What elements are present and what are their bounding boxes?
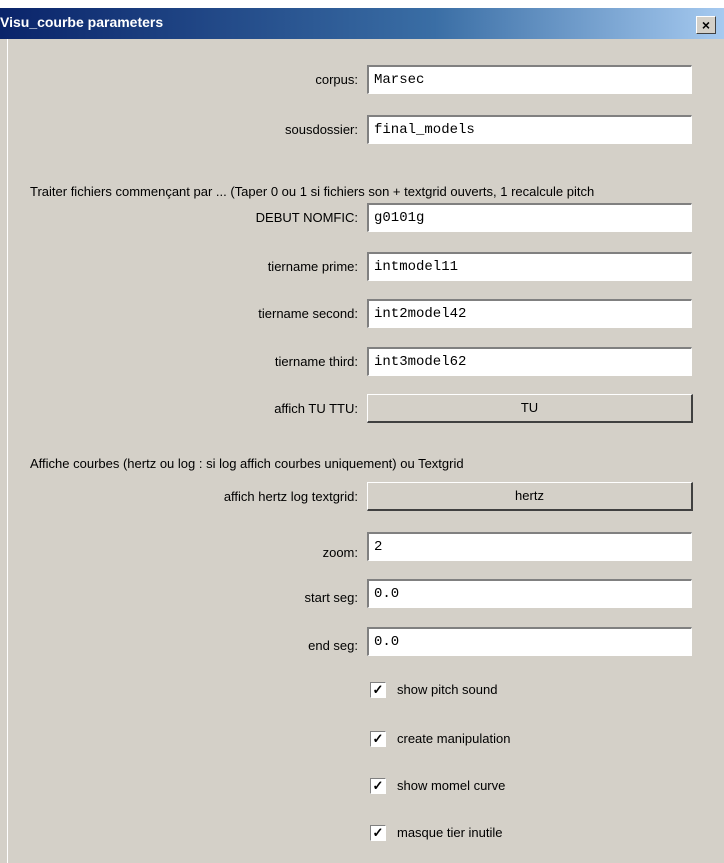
title-bar[interactable]: Visu_courbe parameters × (0, 8, 724, 39)
debut-nomfic-field[interactable]: g0101g (367, 203, 692, 232)
tiername-third-label: tiername third: (274, 354, 358, 369)
zoom-label: zoom: (322, 545, 358, 560)
tiername-third-field[interactable]: int3model62 (367, 347, 692, 376)
affich-tu-ttu-label: affich TU TTU: (274, 401, 358, 416)
start-seg-field[interactable]: 0.0 (367, 579, 692, 608)
checkbox-box[interactable]: ✓ (370, 682, 386, 698)
zoom-field[interactable]: 2 (367, 532, 692, 561)
end-seg-field[interactable]: 0.0 (367, 627, 692, 656)
sousdossier-label: sousdossier: (285, 122, 358, 137)
checkbox-label: create manipulation (397, 731, 511, 746)
window-title: Visu_courbe parameters (0, 14, 164, 30)
corpus-field[interactable]: Marsec (367, 65, 692, 94)
debut-nomfic-label: DEBUT NOMFIC: (255, 210, 358, 225)
checkbox-box[interactable]: ✓ (370, 731, 386, 747)
corpus-label: corpus: (315, 72, 358, 87)
affich-tu-ttu-option-button[interactable]: TU (367, 394, 693, 423)
start-seg-label: start seg: (304, 590, 358, 605)
tiername-second-field[interactable]: int2model42 (367, 299, 692, 328)
end-seg-label: end seg: (308, 638, 358, 653)
left-frame (0, 39, 8, 863)
affich-hertz-label: affich hertz log textgrid: (223, 489, 358, 504)
close-button[interactable]: × (696, 16, 716, 34)
checkbox-label: show pitch sound (397, 682, 498, 697)
checkbox-label: masque tier inutile (397, 825, 503, 840)
affich-hertz-option-button[interactable]: hertz (367, 482, 693, 511)
section-traiter-label: Traiter fichiers commençant par ... (Tap… (30, 184, 595, 199)
tiername-prime-field[interactable]: intmodel11 (367, 252, 692, 281)
sousdossier-field[interactable]: final_models (367, 115, 692, 144)
tiername-second-label: tiername second: (258, 306, 358, 321)
checkbox-box[interactable]: ✓ (370, 825, 386, 841)
dialog-window: Visu_courbe parameters × corpus: Marsec … (0, 0, 724, 863)
tiername-prime-label: tiername prime: (267, 259, 358, 274)
checkbox-label: show momel curve (397, 778, 506, 793)
section-affiche-label: Affiche courbes (hertz ou log : si log a… (30, 456, 464, 471)
top-border (0, 0, 724, 8)
checkbox-box[interactable]: ✓ (370, 778, 386, 794)
